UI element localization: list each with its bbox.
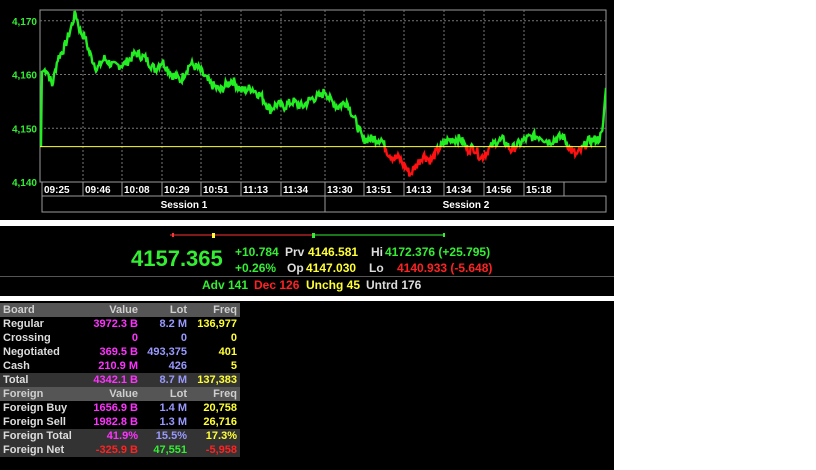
- col-header-lot: Lot: [141, 303, 190, 317]
- x-tick-label: 15:18: [526, 185, 552, 196]
- open-value: 4147.030: [306, 261, 357, 275]
- row-value: 1656.9 B: [93, 402, 138, 414]
- row-freq: 401: [218, 346, 237, 358]
- board-table-panel: Board Value Lot Freq Regular 3972.3 B 8.…: [0, 301, 614, 470]
- row-freq: 0: [230, 332, 237, 344]
- row-freq: -5,958: [190, 443, 240, 457]
- foreign-total-row: Foreign Total 41.9% 15.5% 17.3%: [0, 429, 240, 443]
- row-label: Foreign Net: [0, 443, 85, 457]
- low-label: Lo: [369, 261, 384, 275]
- session-bar: [41, 195, 607, 213]
- col-header-board: Board: [0, 303, 85, 317]
- x-tick-label: 13:51: [366, 185, 392, 196]
- row-freq: 137,383: [190, 373, 240, 387]
- x-tick-label: 10:51: [203, 185, 229, 196]
- unchanged: Unchg 45: [306, 278, 361, 292]
- row-label: Negotiated: [3, 346, 60, 358]
- low-value: 4140.933 (-5.648): [397, 261, 493, 275]
- board-header-row: Board Value Lot Freq: [0, 303, 240, 317]
- y-tick-label: 4,140: [12, 178, 37, 189]
- intraday-chart[interactable]: 4,170 4,160 4,150 4,140 09:25 09:46 10:08 10:29…: [0, 0, 614, 220]
- row-value: 210.9 M: [98, 360, 138, 372]
- board-summary-table: Board Value Lot Freq Regular 3972.3 B 8.…: [0, 303, 240, 457]
- row-freq: 20,758: [203, 402, 237, 414]
- x-tick-label: 14:13: [406, 185, 432, 196]
- high-value: 4172.376 (+25.795): [385, 245, 491, 259]
- row-lot: 47,551: [141, 443, 190, 457]
- market-breadth-row: Adv 141 Dec 126 Unchg 45 Untrd 176: [0, 276, 614, 293]
- x-tick-label: 10:29: [164, 185, 190, 196]
- row-label: Crossing: [3, 332, 51, 344]
- row-freq: 17.3%: [190, 429, 240, 443]
- row-freq: 5: [230, 360, 237, 372]
- x-tick-label: 11:13: [243, 185, 268, 196]
- index-value: 4157.365: [131, 246, 223, 271]
- row-label: Regular: [3, 318, 44, 330]
- table-row: Cash 210.9 M 426 5: [0, 359, 240, 373]
- x-tick-label: 14:56: [486, 185, 512, 196]
- col-header-lot: Lot: [141, 387, 190, 401]
- intraday-chart-panel[interactable]: 4,170 4,160 4,150 4,140 09:25 09:46 10:08 10:29…: [0, 0, 614, 220]
- col-header-freq: Freq: [190, 303, 240, 317]
- row-lot: 493,375: [147, 346, 187, 358]
- col-header-foreign: Foreign: [0, 387, 85, 401]
- total-row: Total 4342.1 B 8.7 M 137,383: [0, 373, 240, 387]
- row-label: Foreign Total: [0, 429, 85, 443]
- session-2-label: Session 2: [443, 200, 490, 211]
- row-freq: 26,716: [203, 416, 237, 428]
- row-label: Foreign Sell: [3, 416, 66, 428]
- y-tick-label: 4,150: [12, 124, 37, 135]
- high-label: Hi: [371, 245, 383, 259]
- row-lot: 1.4 M: [159, 402, 187, 414]
- y-tick-label: 4,160: [12, 71, 37, 82]
- row-lot: 8.2 M: [159, 318, 187, 330]
- col-header-value: Value: [85, 303, 141, 317]
- x-tick-label: 09:46: [85, 185, 111, 196]
- table-row: Foreign Buy 1656.9 B 1.4 M 20,758: [0, 401, 240, 415]
- prev-value: 4146.581: [308, 245, 359, 259]
- x-tick-label: 10:08: [124, 185, 150, 196]
- row-freq: 136,977: [197, 318, 237, 330]
- range-bar: [170, 233, 445, 238]
- row-value: 4342.1 B: [85, 373, 141, 387]
- row-label: Foreign Buy: [3, 402, 68, 414]
- table-row: Negotiated 369.5 B 493,375 401: [0, 345, 240, 359]
- untraded: Untrd 176: [366, 278, 422, 292]
- row-value: 3972.3 B: [93, 318, 138, 330]
- x-tick-label: 14:34: [446, 185, 472, 196]
- foreign-net-row: Foreign Net -325.9 B 47,551 -5,958: [0, 443, 240, 457]
- row-lot: 426: [168, 360, 187, 372]
- col-header-freq: Freq: [190, 387, 240, 401]
- x-tick-label: 11:34: [283, 185, 308, 196]
- y-tick-label: 4,170: [12, 17, 37, 28]
- decliners: Dec 126: [254, 278, 300, 292]
- row-label: Total: [0, 373, 85, 387]
- index-change-pct: +0.26%: [235, 261, 277, 275]
- index-summary-panel: 4157.365 +10.784 +0.26% Prv 4146.581 Op …: [0, 226, 614, 296]
- row-lot: 0: [180, 332, 187, 344]
- prev-label: Prv: [285, 245, 305, 259]
- table-row: Crossing 0 0 0: [0, 331, 240, 345]
- row-lot: 1.3 M: [159, 416, 187, 428]
- session-1-label: Session 1: [161, 200, 208, 211]
- row-value: -325.9 B: [85, 443, 141, 457]
- x-tick-label: 13:30: [327, 185, 353, 196]
- table-row: Regular 3972.3 B 8.2 M 136,977: [0, 317, 240, 331]
- row-lot: 15.5%: [141, 429, 190, 443]
- row-value: 0: [131, 332, 138, 344]
- foreign-header-row: Foreign Value Lot Freq: [0, 387, 240, 401]
- col-header-value: Value: [85, 387, 141, 401]
- row-value: 1982.8 B: [93, 416, 138, 428]
- x-tick-label: 09:25: [44, 185, 70, 196]
- open-label: Op: [287, 261, 304, 275]
- index-change: +10.784: [235, 245, 279, 259]
- row-value: 41.9%: [85, 429, 141, 443]
- row-value: 369.5 B: [99, 346, 138, 358]
- row-lot: 8.7 M: [141, 373, 190, 387]
- row-label: Cash: [3, 360, 30, 372]
- table-row: Foreign Sell 1982.8 B 1.3 M 26,716: [0, 415, 240, 429]
- advancers: Adv 141: [202, 278, 249, 292]
